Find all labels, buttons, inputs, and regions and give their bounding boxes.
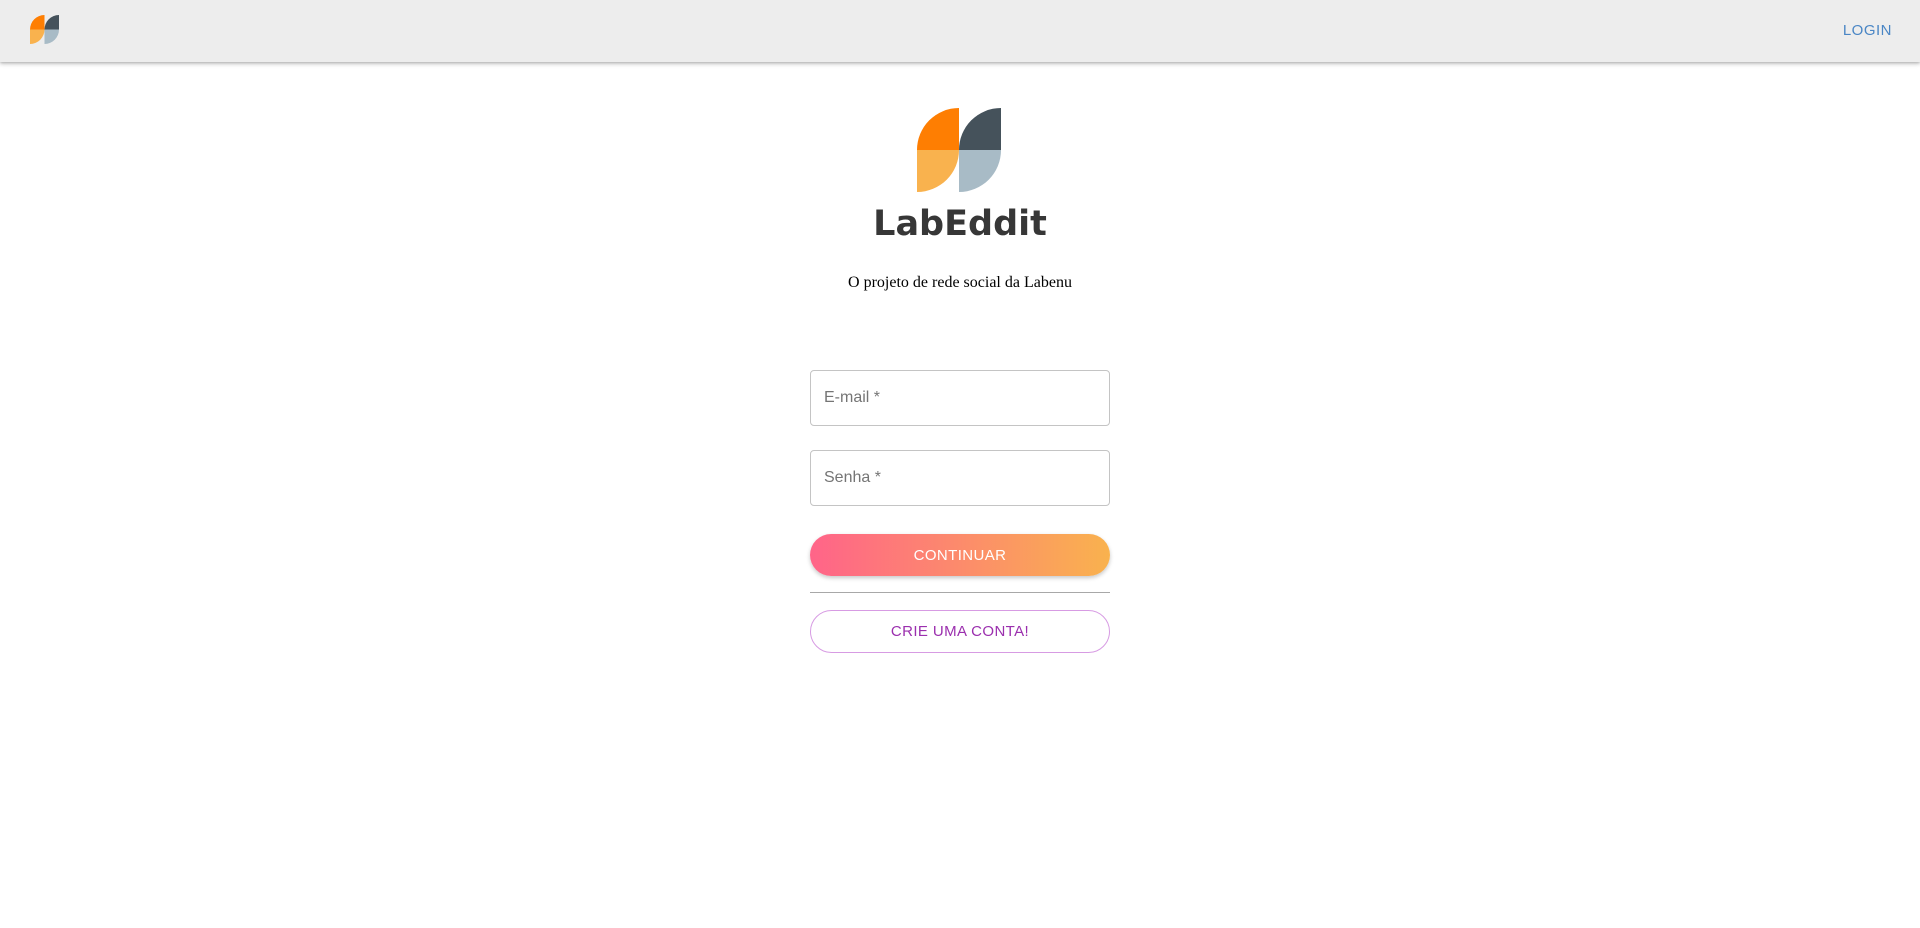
app-title: LabEddit bbox=[873, 204, 1047, 244]
app-bar: LOGIN bbox=[0, 0, 1920, 62]
login-button[interactable]: LOGIN bbox=[1835, 18, 1900, 43]
email-input[interactable] bbox=[811, 371, 1109, 425]
create-account-button[interactable]: CRIE UMA CONTA! bbox=[810, 610, 1110, 653]
password-field[interactable] bbox=[810, 450, 1110, 506]
login-page: LabEddit O projeto de rede social da Lab… bbox=[0, 62, 1920, 928]
app-subtitle: O projeto de rede social da Labenu bbox=[848, 274, 1072, 291]
labenu-logo-icon bbox=[917, 108, 1001, 192]
continue-button[interactable]: CONTINUAR bbox=[810, 534, 1110, 576]
divider bbox=[810, 592, 1110, 593]
labenu-logo-icon[interactable] bbox=[30, 15, 59, 44]
email-field[interactable] bbox=[810, 370, 1110, 426]
password-input[interactable] bbox=[811, 451, 1109, 505]
